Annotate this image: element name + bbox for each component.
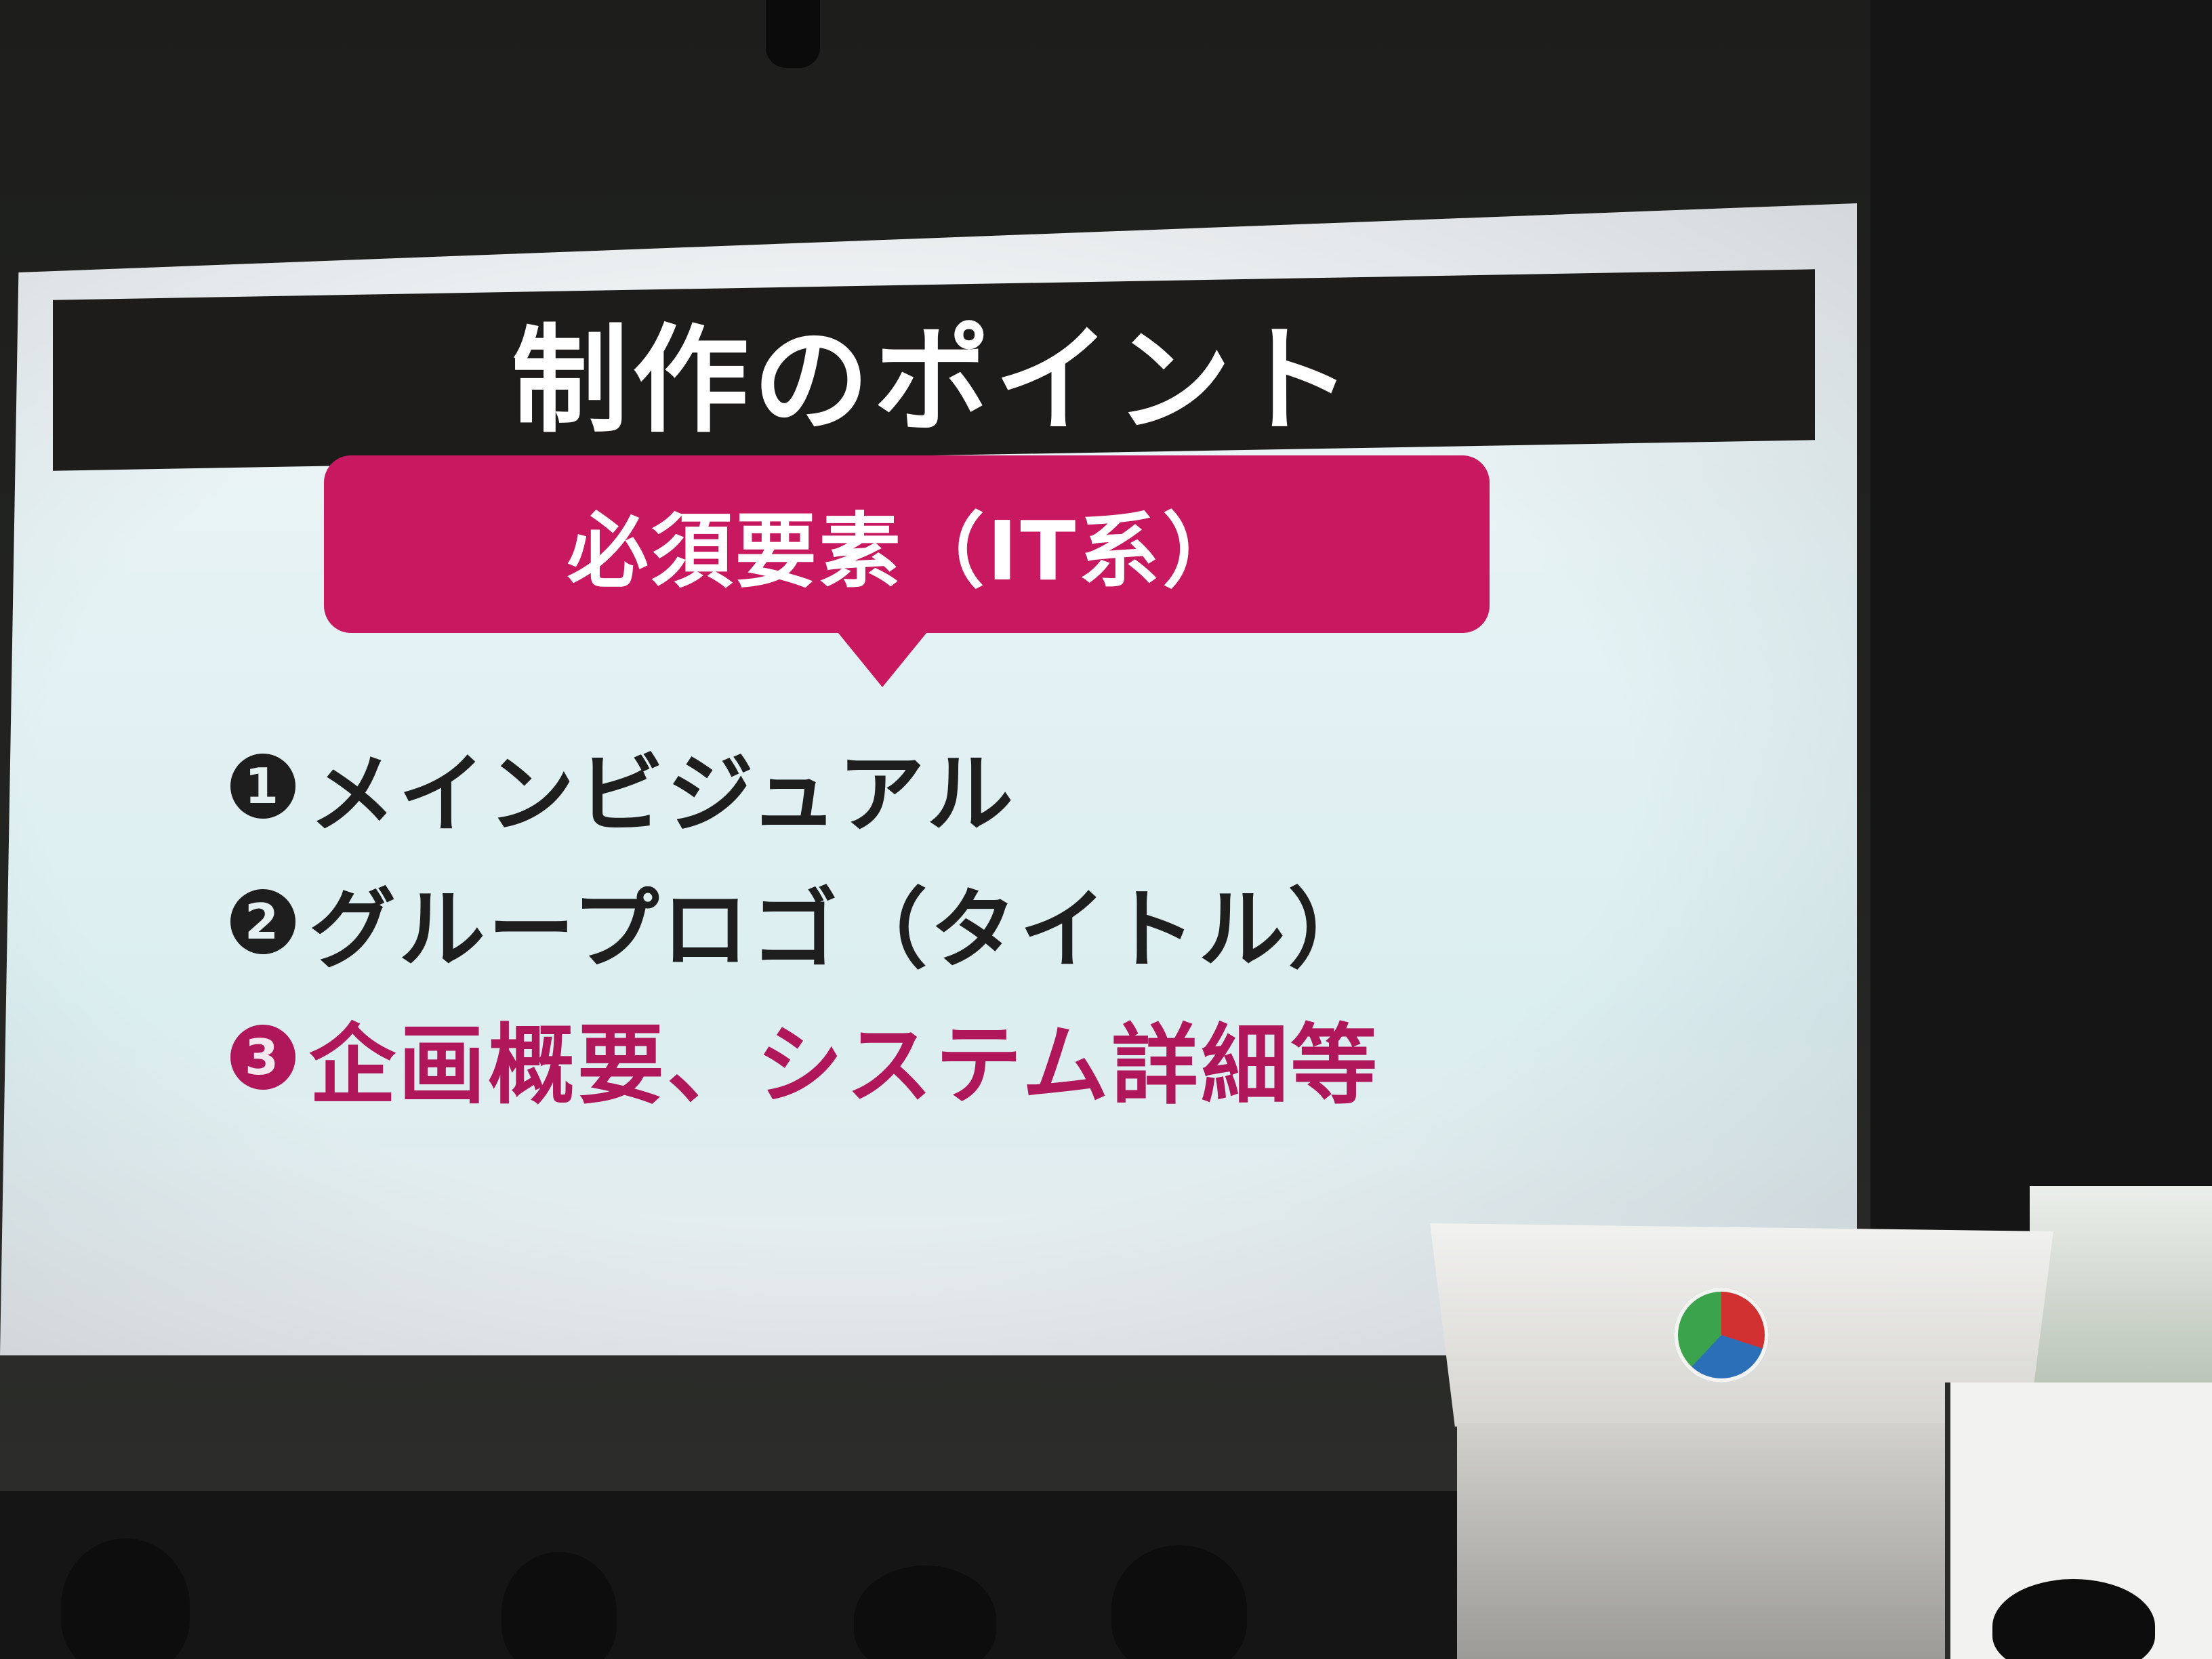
point-item-1: 1 メインビジュアル: [230, 718, 1380, 854]
bubble-label: 必須要素（IT系）: [567, 505, 1247, 599]
audience-head: [61, 1538, 190, 1659]
point-item-2: 2 グループロゴ（タイトル）: [230, 854, 1380, 989]
number-badge-2: 2: [230, 889, 295, 954]
slide-title: 制作のポイント: [512, 312, 1356, 449]
projector: [766, 0, 820, 68]
audience-head: [501, 1552, 617, 1659]
lecture-hall-photo: 制作のポイント 必須要素（IT系） 1 メインビジュアル 2 グループロゴ（タイ…: [0, 0, 2212, 1659]
whiteboard-back: [2030, 1186, 2212, 1389]
point-text-2: グループロゴ（タイトル）: [309, 879, 1378, 981]
speech-bubble: 必須要素（IT系）: [324, 455, 1490, 633]
number-badge-1: 1: [230, 754, 295, 819]
speech-bubble-tail: [835, 629, 930, 687]
point-text-1: メインビジュアル: [309, 743, 1017, 845]
podium-logo-icon: [1674, 1288, 1769, 1382]
number-badge-3: 3: [230, 1025, 295, 1090]
audience-head: [1111, 1545, 1247, 1659]
projected-slide: 制作のポイント 必須要素（IT系） 1 メインビジュアル 2 グループロゴ（タイ…: [0, 203, 1857, 1355]
audience-head: [854, 1565, 996, 1659]
podium-base: [1457, 1423, 2013, 1659]
point-text-3: 企画概要、システム詳細等: [309, 1015, 1380, 1116]
point-list: 1 メインビジュアル 2 グループロゴ（タイトル） 3 企画概要、システム詳細等: [230, 718, 1380, 1125]
point-item-3: 3 企画概要、システム詳細等: [230, 989, 1380, 1125]
slide-title-bar: 制作のポイント: [53, 269, 1815, 471]
